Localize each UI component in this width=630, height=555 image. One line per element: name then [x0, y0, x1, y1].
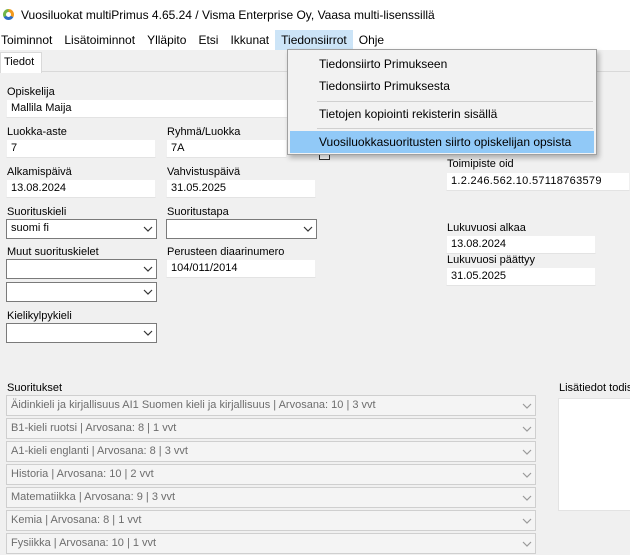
- app-logo-icon: [3, 9, 14, 20]
- menu-ikkunat[interactable]: Ikkunat: [224, 30, 275, 50]
- chevron-down-icon: [143, 328, 153, 338]
- menu-tiedonsiirrot[interactable]: Tiedonsiirrot: [275, 30, 353, 50]
- menu-item-vuosiluokkasuoritusten-siirto[interactable]: Vuosiluokkasuoritusten siirto opiskelija…: [290, 131, 594, 153]
- window-title: Vuosiluokat multiPrimus 4.65.24 / Visma …: [21, 8, 435, 22]
- muut-suorituskielet-select-1[interactable]: [6, 259, 157, 279]
- suorituskieli-value: suomi fi: [11, 222, 49, 234]
- opiskelija-field[interactable]: Mallila Maija: [6, 99, 290, 118]
- menu-ohje[interactable]: Ohje: [353, 30, 390, 50]
- suoritus-text: Kemia | Arvosana: 8 | 1 vvt: [11, 514, 142, 526]
- menu-separator: [317, 128, 593, 129]
- perusteen-diaarinumero-field[interactable]: 104/011/2014: [166, 259, 316, 278]
- lukuvuosi-alkaa-label: Lukuvuosi alkaa: [447, 222, 526, 234]
- alkamispaiva-field[interactable]: 13.08.2024: [6, 179, 156, 198]
- suoritus-row[interactable]: Historia | Arvosana: 10 | 2 vvt: [6, 464, 536, 485]
- muut-suorituskielet-label: Muut suorituskielet: [7, 246, 99, 258]
- suoritus-row[interactable]: B1-kieli ruotsi | Arvosana: 8 | 1 vvt: [6, 418, 536, 439]
- kielikylpykieli-select[interactable]: [6, 323, 157, 343]
- luokka-aste-label: Luokka-aste: [7, 126, 67, 138]
- chevron-down-icon: [522, 470, 532, 480]
- suoritus-text: Fysiikka | Arvosana: 10 | 1 vvt: [11, 537, 157, 549]
- suoritus-row[interactable]: Fysiikka | Arvosana: 10 | 1 vvt: [6, 533, 536, 554]
- suoritus-text: A1-kieli englanti | Arvosana: 8 | 3 vvt: [11, 445, 188, 457]
- chevron-down-icon: [143, 264, 153, 274]
- muut-suorituskielet-select-2[interactable]: [6, 282, 157, 302]
- suorituskieli-select[interactable]: suomi fi: [6, 219, 157, 239]
- chevron-down-icon: [143, 287, 153, 297]
- suoritus-text: Äidinkieli ja kirjallisuus AI1 Suomen ki…: [11, 399, 376, 411]
- chevron-down-icon: [522, 401, 532, 411]
- suoritustapa-select[interactable]: [166, 219, 317, 239]
- tiedonsiirrot-dropdown-menu: Tiedonsiirto Primukseen Tiedonsiirto Pri…: [287, 49, 597, 155]
- menu-toiminnot[interactable]: Toiminnot: [0, 30, 58, 50]
- title-bar: Vuosiluokat multiPrimus 4.65.24 / Visma …: [0, 0, 630, 30]
- lukuvuosi-paattyy-label: Lukuvuosi päättyy: [447, 254, 536, 266]
- menu-item-tiedonsiirto-primukseen[interactable]: Tiedonsiirto Primukseen: [290, 53, 594, 75]
- ryhma-label: Ryhmä/Luokka: [167, 126, 241, 138]
- lukuvuosi-paattyy-field[interactable]: 31.05.2025: [446, 267, 596, 286]
- suoritus-row[interactable]: A1-kieli englanti | Arvosana: 8 | 3 vvt: [6, 441, 536, 462]
- chevron-down-icon: [143, 224, 153, 234]
- menu-bar: Toiminnot Lisätoiminnot Ylläpito Etsi Ik…: [0, 30, 630, 50]
- chevron-down-icon: [522, 447, 532, 457]
- chevron-down-icon: [522, 493, 532, 503]
- suoritus-text: B1-kieli ruotsi | Arvosana: 8 | 1 vvt: [11, 422, 177, 434]
- menu-separator: [317, 101, 593, 102]
- lukuvuosi-alkaa-field[interactable]: 13.08.2024: [446, 235, 596, 254]
- menu-lisatoiminnot[interactable]: Lisätoiminnot: [58, 30, 141, 50]
- toimipiste-oid-label: Toimipiste oid: [447, 158, 514, 170]
- suorituskieli-label: Suorituskieli: [7, 206, 67, 218]
- kielikylpykieli-label: Kielikylpykieli: [7, 310, 72, 322]
- vahvistuspaiva-label: Vahvistuspäivä: [167, 166, 241, 178]
- menu-item-tietojen-kopiointi[interactable]: Tietojen kopiointi rekisterin sisällä: [290, 103, 594, 125]
- perusteen-diaarinumero-label: Perusteen diaarinumero: [167, 246, 285, 258]
- suoritus-row[interactable]: Kemia | Arvosana: 8 | 1 vvt: [6, 510, 536, 531]
- chevron-down-icon: [522, 424, 532, 434]
- suoritustapa-label: Suoritustapa: [167, 206, 229, 218]
- opiskelija-label: Opiskelija: [7, 86, 55, 98]
- vahvistuspaiva-field[interactable]: 31.05.2025: [166, 179, 316, 198]
- chevron-down-icon: [303, 224, 313, 234]
- lisatiedot-label: Lisätiedot todis: [559, 382, 630, 394]
- ryhma-field[interactable]: 7A: [166, 139, 287, 158]
- toimipiste-oid-field[interactable]: 1.2.246.562.10.57118763579: [446, 172, 630, 191]
- menu-etsi[interactable]: Etsi: [192, 30, 224, 50]
- suoritukset-label: Suoritukset: [7, 382, 63, 394]
- chevron-down-icon: [522, 516, 532, 526]
- alkamispaiva-label: Alkamispäivä: [7, 166, 72, 178]
- lisatiedot-textarea[interactable]: [558, 398, 630, 511]
- chevron-down-icon: [522, 539, 532, 549]
- suoritus-text: Historia | Arvosana: 10 | 2 vvt: [11, 468, 154, 480]
- luokka-aste-field[interactable]: 7: [6, 139, 156, 158]
- menu-item-tiedonsiirto-primuksesta[interactable]: Tiedonsiirto Primuksesta: [290, 75, 594, 97]
- tab-tiedot[interactable]: Tiedot: [0, 52, 42, 73]
- suoritus-text: Matematiikka | Arvosana: 9 | 3 vvt: [11, 491, 176, 503]
- menu-yllapito[interactable]: Ylläpito: [141, 30, 192, 50]
- suoritus-row[interactable]: Äidinkieli ja kirjallisuus AI1 Suomen ki…: [6, 395, 536, 416]
- suoritus-row[interactable]: Matematiikka | Arvosana: 9 | 3 vvt: [6, 487, 536, 508]
